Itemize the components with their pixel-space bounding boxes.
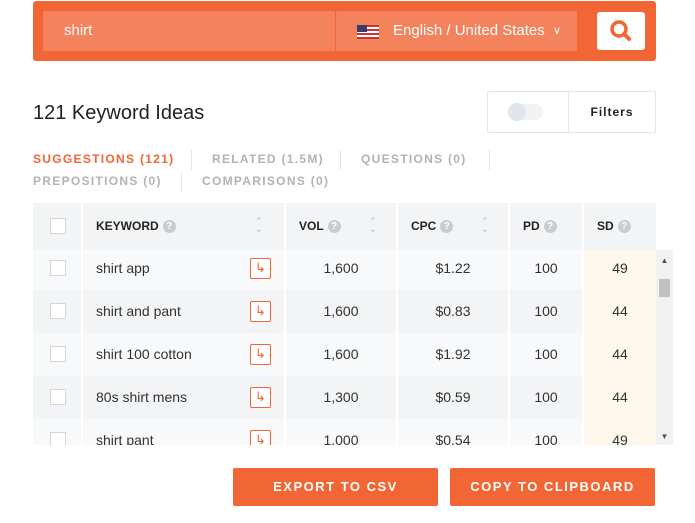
table-row: shirt app ↳ 1,600 $1.22 100 49 <box>33 250 656 290</box>
scrollbar[interactable]: ▲ ▼ <box>656 250 673 445</box>
table-row: shirt and pant ↳ 1,600 $0.83 100 44 <box>33 290 656 333</box>
pd-cell: 100 <box>510 333 584 376</box>
divider <box>191 150 192 170</box>
scrollbar-thumb[interactable] <box>659 279 670 297</box>
help-icon[interactable]: ? <box>543 220 557 233</box>
tab-related[interactable]: RELATED (1.5M) <box>212 152 324 166</box>
header-label: VOL <box>299 219 324 233</box>
chevron-down-icon: ∨ <box>553 25 562 37</box>
divider <box>489 150 490 170</box>
table-header: KEYWORD? ⌃ ⌄ VOL? ⌃ ⌄ CPC? ⌃ ⌄ PD? SD? <box>33 203 656 250</box>
row-checkbox[interactable] <box>50 432 66 445</box>
pd-cell: 100 <box>510 290 584 333</box>
page-title: 121 Keyword Ideas <box>33 102 205 124</box>
keyword-text[interactable]: shirt 100 cotton <box>96 346 192 362</box>
export-csv-button[interactable]: EXPORT TO CSV <box>233 468 438 506</box>
row-checkbox[interactable] <box>50 346 66 362</box>
filters-panel: Filters <box>487 91 656 133</box>
sd-cell: 44 <box>584 333 656 376</box>
sd-cell: 44 <box>584 376 656 419</box>
header-keyword[interactable]: KEYWORD? ⌃ ⌄ <box>83 203 286 250</box>
cpc-cell: $0.59 <box>398 376 510 419</box>
us-flag-icon <box>357 25 379 39</box>
arrow-redirect-icon[interactable]: ↳ <box>250 258 271 279</box>
tab-prepositions[interactable]: PREPOSITIONS (0) <box>33 174 162 188</box>
select-all-checkbox[interactable] <box>50 218 66 234</box>
header-vol[interactable]: VOL? ⌃ ⌄ <box>286 203 398 250</box>
vol-cell: 1,300 <box>286 376 398 419</box>
keyword-text[interactable]: shirt and pant <box>96 303 181 319</box>
keyword-text[interactable]: shirt app <box>96 260 150 276</box>
sort-icon[interactable]: ⌃ ⌄ <box>481 217 489 234</box>
divider <box>340 150 341 170</box>
sort-icon[interactable]: ⌃ ⌄ <box>369 217 377 234</box>
header-label: CPC <box>411 219 437 233</box>
keyword-text[interactable]: 80s shirt mens <box>96 389 187 405</box>
vol-cell: 1,600 <box>286 333 398 376</box>
copy-clipboard-button[interactable]: COPY TO CLIPBOARD <box>450 468 655 506</box>
vol-cell: 1,000 <box>286 419 398 445</box>
sd-cell: 44 <box>584 290 656 333</box>
tab-questions[interactable]: QUESTIONS (0) <box>361 152 467 166</box>
header-pd[interactable]: PD? <box>510 203 584 250</box>
pd-cell: 100 <box>510 250 584 290</box>
table-body: shirt pant ↳ 1,000 $0.54 100 49 80s shirt mens… <box>33 250 673 445</box>
arrow-redirect-icon[interactable]: ↳ <box>250 301 271 322</box>
pd-cell: 100 <box>510 419 584 445</box>
row-checkbox[interactable] <box>50 389 66 405</box>
tab-comparisons[interactable]: COMPARISONS (0) <box>202 174 329 188</box>
language-label: English / United States <box>393 22 545 39</box>
row-checkbox[interactable] <box>50 260 66 276</box>
arrow-redirect-icon[interactable]: ↳ <box>250 387 271 408</box>
header-label: PD <box>523 219 540 233</box>
table-row: 80s shirt mens ↳ 1,300 $0.59 100 44 <box>33 376 656 419</box>
search-bar: shirt English / United States ∨ <box>33 1 656 61</box>
cpc-cell: $1.22 <box>398 250 510 290</box>
cpc-cell: $1.92 <box>398 333 510 376</box>
header-cpc[interactable]: CPC? ⌃ ⌄ <box>398 203 510 250</box>
keyword-text[interactable]: shirt pant <box>96 432 154 445</box>
sd-cell: 49 <box>584 419 656 445</box>
filters-toggle[interactable] <box>508 103 543 121</box>
divider <box>181 172 182 192</box>
help-icon[interactable]: ? <box>327 220 341 233</box>
search-button[interactable] <box>597 12 645 50</box>
help-icon[interactable]: ? <box>617 220 631 233</box>
keyword-input[interactable]: shirt <box>43 11 335 51</box>
cpc-cell: $0.83 <box>398 290 510 333</box>
cpc-cell: $0.54 <box>398 419 510 445</box>
header-sd[interactable]: SD? <box>584 203 656 250</box>
arrow-redirect-icon[interactable]: ↳ <box>250 430 271 445</box>
sort-icon[interactable]: ⌃ ⌄ <box>255 217 263 234</box>
vol-cell: 1,600 <box>286 250 398 290</box>
header-label: SD <box>597 219 614 233</box>
scroll-up-icon[interactable]: ▲ <box>656 256 673 265</box>
vol-cell: 1,600 <box>286 290 398 333</box>
scroll-down-icon[interactable]: ▼ <box>656 432 673 441</box>
table-row: shirt pant ↳ 1,000 $0.54 100 49 <box>33 419 656 445</box>
help-icon[interactable]: ? <box>162 220 176 233</box>
language-select[interactable]: English / United States ∨ <box>336 11 577 51</box>
filters-button[interactable]: Filters <box>568 92 656 132</box>
pd-cell: 100 <box>510 376 584 419</box>
sd-cell: 49 <box>584 250 656 290</box>
row-checkbox[interactable] <box>50 303 66 319</box>
tab-suggestions[interactable]: SUGGESTIONS (121) <box>33 152 174 166</box>
help-icon[interactable]: ? <box>440 220 454 233</box>
table-row: shirt 100 cotton ↳ 1,600 $1.92 100 44 <box>33 333 656 376</box>
header-label: KEYWORD <box>96 219 159 233</box>
search-icon <box>610 20 631 41</box>
arrow-redirect-icon[interactable]: ↳ <box>250 344 271 365</box>
